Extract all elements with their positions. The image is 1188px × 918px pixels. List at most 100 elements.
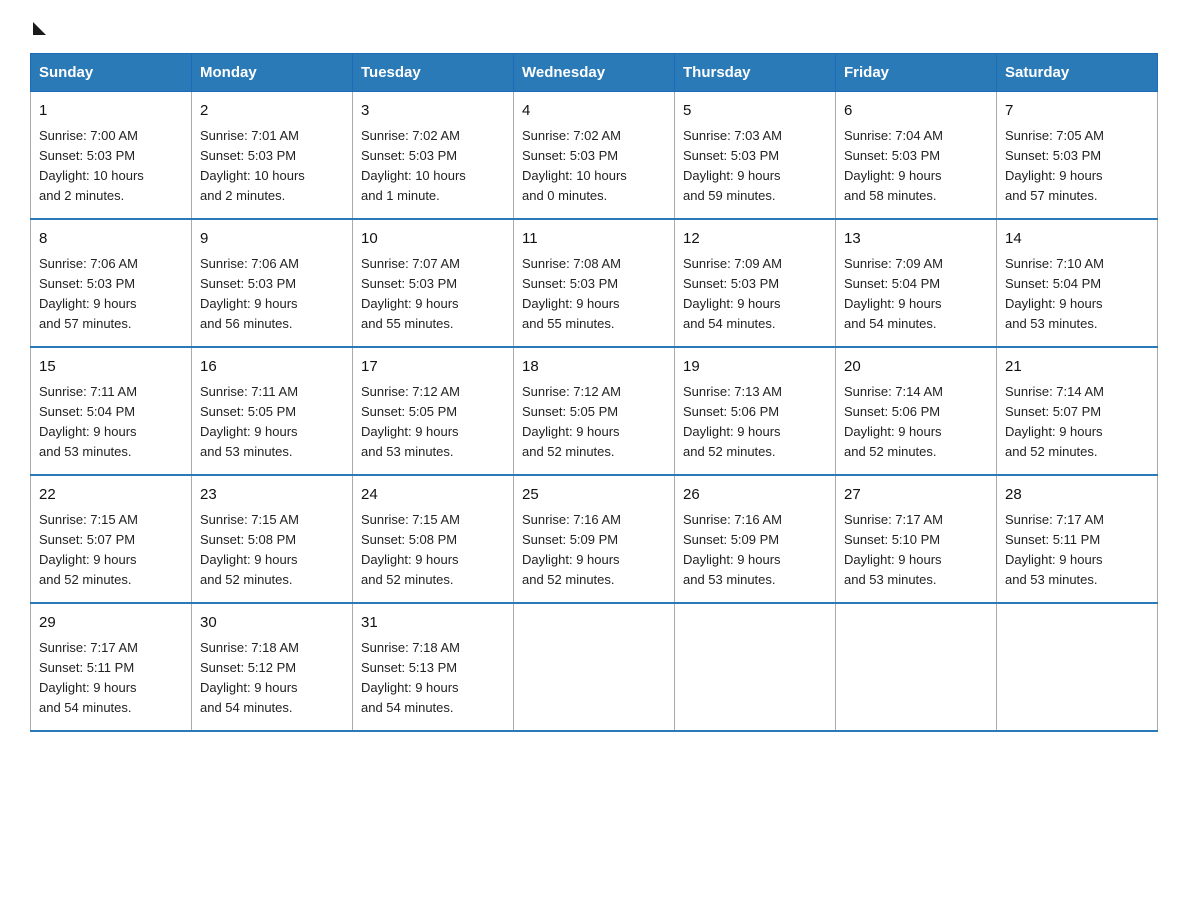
calendar-day-cell: 5 Sunrise: 7:03 AM Sunset: 5:03 PM Daylig… [675,92,836,220]
day-info: Sunrise: 7:05 AM Sunset: 5:03 PM Dayligh… [1005,126,1149,207]
day-info: Sunrise: 7:18 AM Sunset: 5:13 PM Dayligh… [361,638,505,719]
day-number: 29 [39,612,183,635]
day-number: 18 [522,356,666,379]
calendar-week-row: 8 Sunrise: 7:06 AM Sunset: 5:03 PM Daylig… [31,219,1158,347]
calendar-day-cell: 27 Sunrise: 7:17 AM Sunset: 5:10 PM Dayli… [836,475,997,603]
calendar-day-cell [836,603,997,731]
calendar-day-cell: 1Sunrise: 7:00 AM Sunset: 5:03 PM Daylig… [31,92,192,220]
day-number: 31 [361,612,505,635]
calendar-week-row: 15Sunrise: 7:11 AM Sunset: 5:04 PM Dayli… [31,347,1158,475]
calendar-week-row: 29 Sunrise: 7:17 AM Sunset: 5:11 PM Dayli… [31,603,1158,731]
calendar-week-row: 22 Sunrise: 7:15 AM Sunset: 5:07 PM Dayli… [31,475,1158,603]
day-number: 19 [683,356,827,379]
day-number: 6 [844,100,988,123]
day-number: 24 [361,484,505,507]
calendar-day-cell: 16 Sunrise: 7:11 AM Sunset: 5:05 PM Dayli… [192,347,353,475]
calendar-day-cell: 13 Sunrise: 7:09 AM Sunset: 5:04 PM Dayli… [836,219,997,347]
day-info: Sunrise: 7:13 AM Sunset: 5:06 PM Dayligh… [683,382,827,463]
calendar-day-cell: 20 Sunrise: 7:14 AM Sunset: 5:06 PM Dayli… [836,347,997,475]
day-info: Sunrise: 7:17 AM Sunset: 5:10 PM Dayligh… [844,510,988,591]
calendar-day-cell: 23 Sunrise: 7:15 AM Sunset: 5:08 PM Dayli… [192,475,353,603]
day-info: Sunrise: 7:03 AM Sunset: 5:03 PM Dayligh… [683,126,827,207]
day-number: 20 [844,356,988,379]
column-header-tuesday: Tuesday [353,54,514,92]
calendar-day-cell: 29 Sunrise: 7:17 AM Sunset: 5:11 PM Dayli… [31,603,192,731]
day-number: 10 [361,228,505,251]
day-number: 16 [200,356,344,379]
day-info: Sunrise: 7:11 AM Sunset: 5:05 PM Dayligh… [200,382,344,463]
day-number: 5 [683,100,827,123]
calendar-day-cell: 11 Sunrise: 7:08 AM Sunset: 5:03 PM Dayli… [514,219,675,347]
calendar-day-cell [514,603,675,731]
day-number: 23 [200,484,344,507]
day-info: Sunrise: 7:15 AM Sunset: 5:07 PM Dayligh… [39,510,183,591]
calendar-day-cell: 17 Sunrise: 7:12 AM Sunset: 5:05 PM Dayli… [353,347,514,475]
calendar-day-cell: 18Sunrise: 7:12 AM Sunset: 5:05 PM Dayli… [514,347,675,475]
calendar-day-cell: 12 Sunrise: 7:09 AM Sunset: 5:03 PM Dayli… [675,219,836,347]
calendar-day-cell: 31 Sunrise: 7:18 AM Sunset: 5:13 PM Dayli… [353,603,514,731]
day-info: Sunrise: 7:16 AM Sunset: 5:09 PM Dayligh… [683,510,827,591]
day-number: 11 [522,228,666,251]
column-header-wednesday: Wednesday [514,54,675,92]
day-number: 30 [200,612,344,635]
day-info: Sunrise: 7:15 AM Sunset: 5:08 PM Dayligh… [200,510,344,591]
calendar-day-cell: 14 Sunrise: 7:10 AM Sunset: 5:04 PM Dayli… [997,219,1158,347]
day-number: 14 [1005,228,1149,251]
calendar-day-cell: 28Sunrise: 7:17 AM Sunset: 5:11 PM Dayli… [997,475,1158,603]
day-number: 9 [200,228,344,251]
calendar-day-cell: 7 Sunrise: 7:05 AM Sunset: 5:03 PM Daylig… [997,92,1158,220]
column-header-friday: Friday [836,54,997,92]
column-header-monday: Monday [192,54,353,92]
day-info: Sunrise: 7:02 AM Sunset: 5:03 PM Dayligh… [361,126,505,207]
day-info: Sunrise: 7:10 AM Sunset: 5:04 PM Dayligh… [1005,254,1149,335]
logo-arrow-icon [33,22,46,35]
column-header-thursday: Thursday [675,54,836,92]
day-number: 27 [844,484,988,507]
day-info: Sunrise: 7:02 AM Sunset: 5:03 PM Dayligh… [522,126,666,207]
day-number: 28 [1005,484,1149,507]
day-info: Sunrise: 7:09 AM Sunset: 5:03 PM Dayligh… [683,254,827,335]
day-number: 22 [39,484,183,507]
calendar-day-cell: 24 Sunrise: 7:15 AM Sunset: 5:08 PM Dayli… [353,475,514,603]
day-number: 7 [1005,100,1149,123]
day-info: Sunrise: 7:14 AM Sunset: 5:06 PM Dayligh… [844,382,988,463]
calendar-day-cell: 10 Sunrise: 7:07 AM Sunset: 5:03 PM Dayli… [353,219,514,347]
day-number: 15 [39,356,183,379]
column-header-saturday: Saturday [997,54,1158,92]
day-info: Sunrise: 7:17 AM Sunset: 5:11 PM Dayligh… [39,638,183,719]
day-number: 26 [683,484,827,507]
day-info: Sunrise: 7:09 AM Sunset: 5:04 PM Dayligh… [844,254,988,335]
day-info: Sunrise: 7:18 AM Sunset: 5:12 PM Dayligh… [200,638,344,719]
calendar-day-cell: 26 Sunrise: 7:16 AM Sunset: 5:09 PM Dayli… [675,475,836,603]
day-number: 2 [200,100,344,123]
calendar-day-cell: 25Sunrise: 7:16 AM Sunset: 5:09 PM Dayli… [514,475,675,603]
logo [30,20,46,35]
calendar-day-cell: 6Sunrise: 7:04 AM Sunset: 5:03 PM Daylig… [836,92,997,220]
day-info: Sunrise: 7:08 AM Sunset: 5:03 PM Dayligh… [522,254,666,335]
day-number: 25 [522,484,666,507]
day-info: Sunrise: 7:15 AM Sunset: 5:08 PM Dayligh… [361,510,505,591]
day-info: Sunrise: 7:06 AM Sunset: 5:03 PM Dayligh… [200,254,344,335]
day-number: 1 [39,100,183,123]
calendar-body: 1Sunrise: 7:00 AM Sunset: 5:03 PM Daylig… [31,92,1158,732]
calendar-day-cell: 22 Sunrise: 7:15 AM Sunset: 5:07 PM Dayli… [31,475,192,603]
day-number: 8 [39,228,183,251]
calendar-day-cell: 4 Sunrise: 7:02 AM Sunset: 5:03 PM Daylig… [514,92,675,220]
column-header-sunday: Sunday [31,54,192,92]
calendar-day-cell [997,603,1158,731]
day-number: 12 [683,228,827,251]
day-number: 17 [361,356,505,379]
day-info: Sunrise: 7:06 AM Sunset: 5:03 PM Dayligh… [39,254,183,335]
day-info: Sunrise: 7:12 AM Sunset: 5:05 PM Dayligh… [361,382,505,463]
calendar-day-cell: 30 Sunrise: 7:18 AM Sunset: 5:12 PM Dayli… [192,603,353,731]
calendar-day-cell [675,603,836,731]
day-info: Sunrise: 7:07 AM Sunset: 5:03 PM Dayligh… [361,254,505,335]
calendar-day-cell: 21Sunrise: 7:14 AM Sunset: 5:07 PM Dayli… [997,347,1158,475]
day-number: 13 [844,228,988,251]
calendar-week-row: 1Sunrise: 7:00 AM Sunset: 5:03 PM Daylig… [31,92,1158,220]
calendar-header: SundayMondayTuesdayWednesdayThursdayFrid… [31,54,1158,92]
day-info: Sunrise: 7:14 AM Sunset: 5:07 PM Dayligh… [1005,382,1149,463]
calendar-table: SundayMondayTuesdayWednesdayThursdayFrid… [30,53,1158,732]
day-number: 4 [522,100,666,123]
calendar-day-cell: 8 Sunrise: 7:06 AM Sunset: 5:03 PM Daylig… [31,219,192,347]
